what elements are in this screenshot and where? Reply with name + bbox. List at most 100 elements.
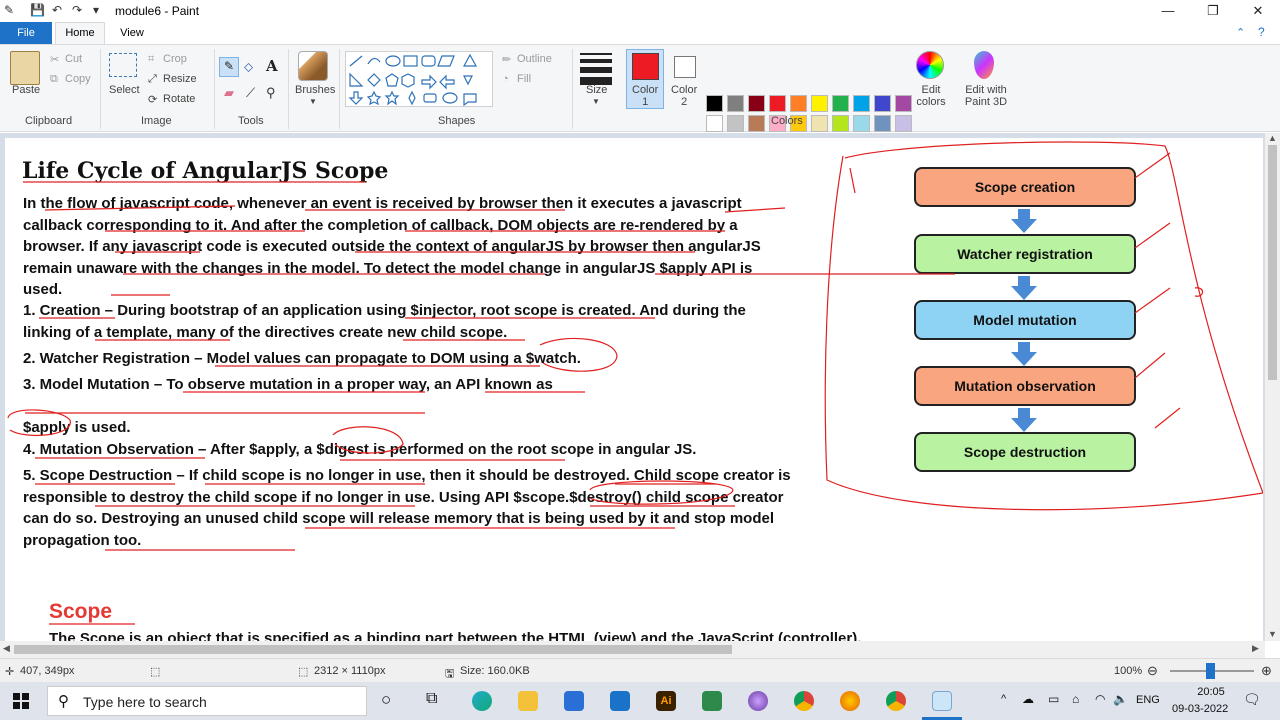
media-app-icon[interactable] xyxy=(748,691,768,711)
vertical-scrollbar[interactable]: ▲ ▼ xyxy=(1265,133,1280,641)
minimize-button[interactable]: — xyxy=(1146,0,1190,22)
vertical-scroll-thumb[interactable] xyxy=(1268,145,1277,380)
mail-icon[interactable] xyxy=(610,691,630,711)
paste-button[interactable]: Paste xyxy=(12,84,40,96)
chrome-icon[interactable] xyxy=(794,691,814,711)
brushes-icon[interactable] xyxy=(298,51,328,81)
palette-color-swatch[interactable] xyxy=(832,115,849,132)
edge-icon[interactable] xyxy=(472,691,492,711)
shapes-gallery[interactable] xyxy=(345,51,493,107)
size-icon[interactable] xyxy=(580,53,612,85)
chrome-profile-icon[interactable] xyxy=(886,691,906,711)
palette-color-swatch[interactable] xyxy=(748,95,765,112)
palette-color-swatch[interactable] xyxy=(748,115,765,132)
undo-icon[interactable]: ↶ xyxy=(52,3,62,17)
windows-start-icon[interactable] xyxy=(13,693,29,709)
help-icon[interactable]: ? xyxy=(1258,25,1265,39)
horizontal-scroll-thumb[interactable] xyxy=(14,645,732,654)
drawing-canvas[interactable]: Life Cycle of AngularJS Scope In the flo… xyxy=(5,138,1263,641)
zoom-slider-thumb[interactable] xyxy=(1206,663,1215,679)
close-button[interactable]: ✕ xyxy=(1236,0,1280,22)
palette-color-swatch[interactable] xyxy=(832,95,849,112)
rotate-button[interactable]: Rotate xyxy=(163,93,195,105)
edit-colors-icon[interactable] xyxy=(916,51,944,79)
language-indicator[interactable]: ENG xyxy=(1136,694,1160,706)
scroll-up-icon[interactable]: ▲ xyxy=(1268,133,1277,143)
select-icon[interactable] xyxy=(109,53,137,77)
palette-color-swatch[interactable] xyxy=(874,115,891,132)
color2-swatch[interactable] xyxy=(674,56,696,78)
size-dropdown-icon[interactable]: ▼ xyxy=(592,97,600,106)
onedrive-icon[interactable]: ☁ xyxy=(1022,692,1034,706)
palette-color-swatch[interactable] xyxy=(706,115,723,132)
paint3d-icon[interactable] xyxy=(974,51,994,79)
palette-color-swatch[interactable] xyxy=(769,95,786,112)
collapse-ribbon-icon[interactable]: ⌃ xyxy=(1236,26,1245,39)
palette-color-swatch[interactable] xyxy=(811,95,828,112)
cut-button[interactable]: Cut xyxy=(65,53,82,65)
illustrator-icon[interactable]: Ai xyxy=(656,691,676,711)
battery-icon[interactable]: ▭ xyxy=(1048,692,1059,706)
wifi-icon[interactable]: ◠ xyxy=(1095,692,1105,706)
palette-color-swatch[interactable] xyxy=(853,95,870,112)
scroll-left-icon[interactable]: ◀ xyxy=(3,643,10,654)
show-hidden-icons[interactable]: ^ xyxy=(1001,693,1006,705)
tab-home[interactable]: Home xyxy=(55,22,105,44)
resize-button[interactable]: Resize xyxy=(163,73,197,85)
zoom-level: 100% xyxy=(1114,665,1143,677)
color1-label: Color 1 xyxy=(632,84,659,108)
eraser-tool-icon[interactable]: ▰ xyxy=(224,85,234,101)
palette-color-swatch[interactable] xyxy=(811,115,828,132)
clock-time[interactable]: 20:05 xyxy=(1183,686,1239,698)
clipboard-icon[interactable] xyxy=(10,51,40,85)
crop-button[interactable]: Crop xyxy=(163,53,187,65)
scroll-down-icon[interactable]: ▼ xyxy=(1268,629,1277,639)
palette-color-swatch[interactable] xyxy=(706,95,723,112)
palette-color-swatch[interactable] xyxy=(895,95,912,112)
text-tool-icon[interactable]: A xyxy=(266,57,278,75)
search-placeholder: Type here to search xyxy=(83,694,207,710)
volume-icon[interactable]: 🔈 xyxy=(1113,692,1128,706)
palette-color-swatch[interactable] xyxy=(790,95,807,112)
customize-quick-access-icon[interactable]: ▾ xyxy=(93,3,99,17)
size-button[interactable]: Size xyxy=(586,84,607,96)
zoom-out-button[interactable]: ⊖ xyxy=(1147,663,1158,679)
network-icon[interactable]: ⌂ xyxy=(1072,692,1079,706)
fill-tool-icon[interactable]: ⬦ xyxy=(244,59,253,75)
palette-color-swatch[interactable] xyxy=(895,115,912,132)
select-button[interactable]: Select xyxy=(109,84,140,96)
file-explorer-icon[interactable] xyxy=(518,691,538,711)
zoom-in-button[interactable]: ⊕ xyxy=(1261,663,1272,679)
firefox-icon[interactable] xyxy=(840,691,860,711)
tab-file[interactable]: File xyxy=(0,22,52,44)
edit-colors-button[interactable]: Edit colors xyxy=(916,84,946,108)
palette-color-swatch[interactable] xyxy=(727,115,744,132)
palette-color-swatch[interactable] xyxy=(853,115,870,132)
maximize-button[interactable]: ❐ xyxy=(1191,0,1235,22)
task-view-icon[interactable]: ⧉ xyxy=(426,690,437,708)
clock-date[interactable]: 09-03-2022 xyxy=(1172,703,1228,715)
tab-view[interactable]: View xyxy=(112,22,152,44)
paint-taskbar-icon[interactable] xyxy=(932,691,952,711)
fill-button[interactable]: Fill xyxy=(517,73,531,85)
store-icon[interactable] xyxy=(564,691,584,711)
color-picker-icon[interactable]: ⟋ xyxy=(246,85,255,101)
shapes-icons[interactable] xyxy=(346,52,492,107)
scroll-right-icon[interactable]: ▶ xyxy=(1252,643,1259,654)
brushes-dropdown-icon[interactable]: ▼ xyxy=(309,97,317,106)
magnifier-icon[interactable]: ⚲ xyxy=(266,85,276,101)
outline-button[interactable]: Outline xyxy=(517,53,552,65)
notifications-icon[interactable]: 🗨 xyxy=(1243,691,1261,708)
palette-color-swatch[interactable] xyxy=(727,95,744,112)
copy-button[interactable]: Copy xyxy=(65,73,91,85)
horizontal-scrollbar[interactable]: ◀ ▶ xyxy=(0,641,1265,658)
save-icon[interactable]: 💾 xyxy=(30,3,45,17)
brushes-button[interactable]: Brushes xyxy=(295,84,335,96)
pencil-tool[interactable]: ✎ xyxy=(219,57,239,77)
edit-with-paint3d-button[interactable]: Edit with Paint 3D xyxy=(961,84,1011,108)
palette-color-swatch[interactable] xyxy=(874,95,891,112)
cortana-icon[interactable]: ○ xyxy=(381,690,391,710)
taskbar-search-box[interactable]: ⚲ Type here to search xyxy=(47,686,367,716)
app-icon[interactable] xyxy=(702,691,722,711)
redo-icon[interactable]: ↷ xyxy=(72,3,82,17)
